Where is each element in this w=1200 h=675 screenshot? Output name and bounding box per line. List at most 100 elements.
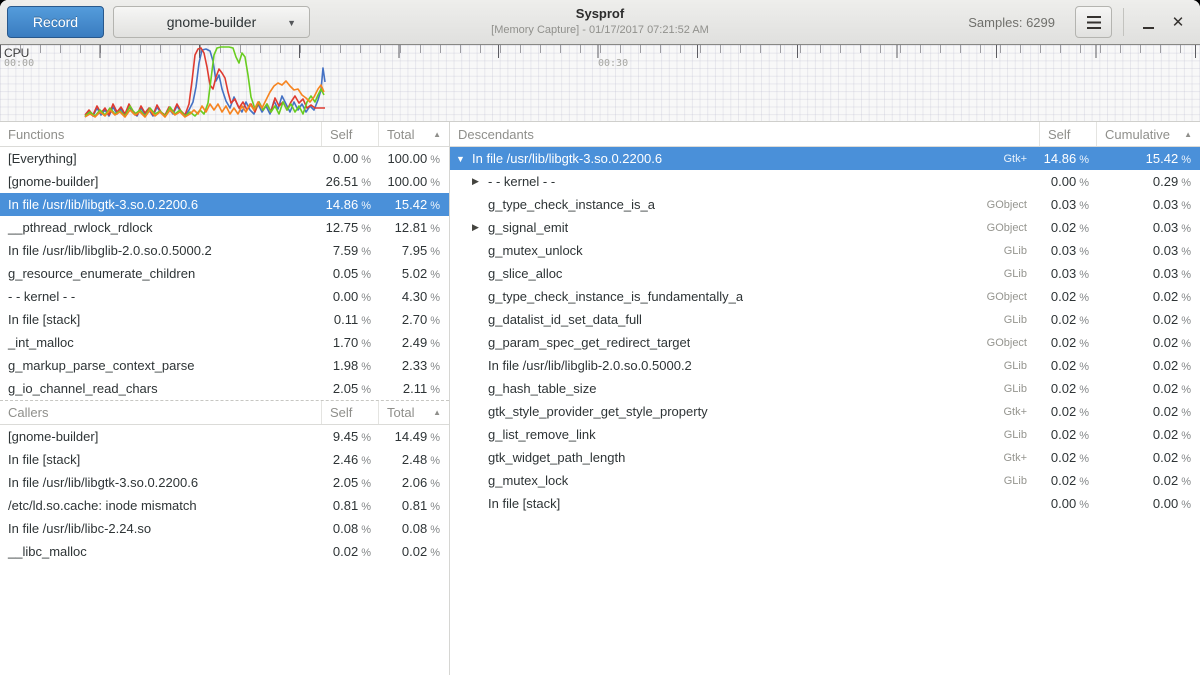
function-row[interactable]: [gnome-builder] 26.51% 100.00% bbox=[0, 170, 449, 193]
descendant-name: g_slice_alloc bbox=[488, 266, 562, 281]
record-button[interactable]: Record bbox=[7, 6, 104, 38]
descendant-row[interactable]: gtk_widget_path_length Gtk+ 0.02% 0.02% bbox=[450, 446, 1200, 469]
descendant-name-cell: In file [stack] bbox=[450, 496, 1040, 511]
library-badge: Gtk+ bbox=[993, 153, 1032, 165]
descendant-name: g_datalist_id_set_data_full bbox=[488, 312, 642, 327]
function-total-value: 5.02% bbox=[379, 266, 449, 281]
expander-icon[interactable]: ▶ bbox=[472, 222, 488, 233]
descendants-column-header[interactable]: Descendants bbox=[450, 122, 1040, 146]
function-row[interactable]: g_resource_enumerate_children 0.05% 5.02… bbox=[0, 262, 449, 285]
descendant-cumulative-value: 15.42% bbox=[1097, 151, 1200, 166]
descendants-cumulative-column-header[interactable]: Cumulative ▲ bbox=[1097, 122, 1200, 146]
caller-row[interactable]: __libc_malloc 0.02% 0.02% bbox=[0, 540, 449, 563]
callers-self-column-header[interactable]: Self bbox=[322, 401, 379, 424]
descendant-row[interactable]: gtk_style_provider_get_style_property Gt… bbox=[450, 400, 1200, 423]
descendant-cumulative-value: 0.29% bbox=[1097, 174, 1200, 189]
descendant-name-cell: ▼ In file /usr/lib/libgtk-3.so.0.2200.6 … bbox=[450, 151, 1040, 166]
descendant-cumulative-value: 0.03% bbox=[1097, 197, 1200, 212]
descendant-name: g_mutex_lock bbox=[488, 473, 568, 488]
caller-row[interactable]: [gnome-builder] 9.45% 14.49% bbox=[0, 425, 449, 448]
descendant-self-value: 0.02% bbox=[1040, 450, 1097, 465]
menu-button[interactable] bbox=[1075, 6, 1112, 38]
library-badge: GObject bbox=[977, 222, 1032, 234]
descendant-name-cell: g_list_remove_link GLib bbox=[450, 427, 1040, 442]
caller-self-value: 2.05% bbox=[322, 475, 379, 490]
descendant-row[interactable]: g_type_check_instance_is_a GObject 0.03%… bbox=[450, 193, 1200, 216]
functions-total-column-header[interactable]: Total ▲ bbox=[379, 122, 449, 146]
function-row[interactable]: In file /usr/lib/libgtk-3.so.0.2200.6 14… bbox=[0, 193, 449, 216]
descendant-row[interactable]: g_type_check_instance_is_fundamentally_a… bbox=[450, 285, 1200, 308]
descendant-row[interactable]: g_hash_table_size GLib 0.02% 0.02% bbox=[450, 377, 1200, 400]
caller-row[interactable]: In file /usr/lib/libc-2.24.so 0.08% 0.08… bbox=[0, 517, 449, 540]
callers-total-column-header[interactable]: Total ▲ bbox=[379, 401, 449, 424]
functions-self-column-header[interactable]: Self bbox=[322, 122, 379, 146]
descendant-row[interactable]: ▶ g_signal_emit GObject 0.02% 0.03% bbox=[450, 216, 1200, 239]
descendant-row[interactable]: In file [stack] 0.00% 0.00% bbox=[450, 492, 1200, 515]
right-pane: Descendants Self Cumulative ▲ ▼ In file … bbox=[450, 122, 1200, 675]
descendant-name: g_hash_table_size bbox=[488, 381, 596, 396]
descendant-name: g_type_check_instance_is_a bbox=[488, 197, 655, 212]
caller-row[interactable]: /etc/ld.so.cache: inode mismatch 0.81% 0… bbox=[0, 494, 449, 517]
function-self-value: 0.00% bbox=[322, 289, 379, 304]
time-label-start: 00:00 bbox=[4, 58, 34, 69]
descendant-self-value: 14.86% bbox=[1040, 151, 1097, 166]
function-row[interactable]: In file [stack] 0.11% 2.70% bbox=[0, 308, 449, 331]
caller-row[interactable]: In file [stack] 2.46% 2.48% bbox=[0, 448, 449, 471]
library-badge: Gtk+ bbox=[993, 452, 1032, 464]
function-row[interactable]: g_io_channel_read_chars 2.05% 2.11% bbox=[0, 377, 449, 400]
function-self-value: 2.05% bbox=[322, 381, 379, 396]
descendant-cumulative-value: 0.02% bbox=[1097, 289, 1200, 304]
function-name: [gnome-builder] bbox=[0, 174, 322, 189]
functions-column-header[interactable]: Functions bbox=[0, 122, 322, 146]
close-button[interactable]: ✕ bbox=[1163, 6, 1193, 38]
descendant-row[interactable]: ▼ In file /usr/lib/libgtk-3.so.0.2200.6 … bbox=[450, 147, 1200, 170]
descendant-row[interactable]: g_slice_alloc GLib 0.03% 0.03% bbox=[450, 262, 1200, 285]
target-selector-dropdown[interactable]: gnome-builder ▼ bbox=[113, 6, 310, 38]
expander-icon[interactable]: ▶ bbox=[472, 176, 488, 187]
function-total-value: 100.00% bbox=[379, 174, 449, 189]
descendant-self-value: 0.00% bbox=[1040, 174, 1097, 189]
descendant-row[interactable]: ▶ - - kernel - - 0.00% 0.29% bbox=[450, 170, 1200, 193]
callers-list: [gnome-builder] 9.45% 14.49% In file [st… bbox=[0, 425, 449, 563]
function-self-value: 1.98% bbox=[322, 358, 379, 373]
function-self-value: 0.05% bbox=[322, 266, 379, 281]
descendants-self-column-header[interactable]: Self bbox=[1040, 122, 1097, 146]
function-name: g_io_channel_read_chars bbox=[0, 381, 322, 396]
library-badge: GLib bbox=[994, 245, 1032, 257]
function-row[interactable]: - - kernel - - 0.00% 4.30% bbox=[0, 285, 449, 308]
descendant-cumulative-value: 0.02% bbox=[1097, 473, 1200, 488]
function-total-value: 2.49% bbox=[379, 335, 449, 350]
function-row[interactable]: g_markup_parse_context_parse 1.98% 2.33% bbox=[0, 354, 449, 377]
expander-icon[interactable]: ▼ bbox=[456, 154, 472, 164]
descendant-row[interactable]: g_mutex_lock GLib 0.02% 0.02% bbox=[450, 469, 1200, 492]
function-row[interactable]: In file /usr/lib/libglib-2.0.so.0.5000.2… bbox=[0, 239, 449, 262]
function-name: - - kernel - - bbox=[0, 289, 322, 304]
descendant-row[interactable]: g_mutex_unlock GLib 0.03% 0.03% bbox=[450, 239, 1200, 262]
cpu-graph[interactable]: CPU 00:00 00:30 bbox=[0, 45, 1200, 122]
caller-total-value: 0.02% bbox=[379, 544, 449, 559]
descendant-cumulative-value: 0.02% bbox=[1097, 450, 1200, 465]
cpu-graph-lines bbox=[0, 45, 1200, 122]
descendant-row[interactable]: g_param_spec_get_redirect_target GObject… bbox=[450, 331, 1200, 354]
descendant-name-cell: ▶ - - kernel - - bbox=[450, 174, 1040, 189]
descendants-tree: ▼ In file /usr/lib/libgtk-3.so.0.2200.6 … bbox=[450, 147, 1200, 515]
function-row[interactable]: [Everything] 0.00% 100.00% bbox=[0, 147, 449, 170]
library-badge: GLib bbox=[994, 360, 1032, 372]
descendant-cumulative-value: 0.02% bbox=[1097, 312, 1200, 327]
caller-row[interactable]: In file /usr/lib/libgtk-3.so.0.2200.6 2.… bbox=[0, 471, 449, 494]
descendant-name-cell: gtk_style_provider_get_style_property Gt… bbox=[450, 404, 1040, 419]
minimize-button[interactable] bbox=[1133, 6, 1163, 38]
function-row[interactable]: __pthread_rwlock_rdlock 12.75% 12.81% bbox=[0, 216, 449, 239]
descendant-cumulative-value: 0.03% bbox=[1097, 266, 1200, 281]
library-badge: GLib bbox=[994, 475, 1032, 487]
function-name: [Everything] bbox=[0, 151, 322, 166]
function-row[interactable]: _int_malloc 1.70% 2.49% bbox=[0, 331, 449, 354]
library-badge: Gtk+ bbox=[993, 406, 1032, 418]
caller-self-value: 0.81% bbox=[322, 498, 379, 513]
descendant-cumulative-value: 0.03% bbox=[1097, 243, 1200, 258]
callers-column-header[interactable]: Callers bbox=[0, 401, 322, 424]
descendant-row[interactable]: g_list_remove_link GLib 0.02% 0.02% bbox=[450, 423, 1200, 446]
descendant-name: g_signal_emit bbox=[488, 220, 568, 235]
descendant-row[interactable]: g_datalist_id_set_data_full GLib 0.02% 0… bbox=[450, 308, 1200, 331]
descendant-row[interactable]: In file /usr/lib/libglib-2.0.so.0.5000.2… bbox=[450, 354, 1200, 377]
